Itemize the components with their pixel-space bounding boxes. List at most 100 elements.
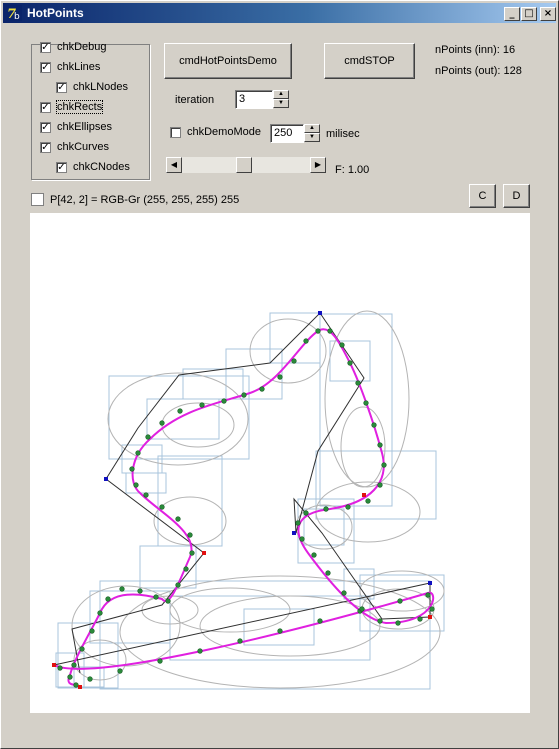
curve-node [221, 398, 227, 404]
curve-node [295, 520, 301, 526]
minimize-icon[interactable]: _ [504, 7, 520, 21]
curve-node [57, 665, 63, 671]
demo-ms-spinner[interactable]: ▲ ▼ [304, 124, 320, 142]
chk-curves-label: chkCurves [57, 141, 109, 153]
curve-node [197, 648, 203, 654]
hotpoints-drawing [52, 310, 445, 690]
chk-debug[interactable]: ✓ chkDebug [40, 39, 107, 55]
curve-node [323, 506, 329, 512]
curve-node [397, 598, 403, 604]
chk-ellipses[interactable]: ✓ chkEllipses [40, 119, 112, 135]
chk-debug-label: chkDebug [57, 41, 107, 53]
close-icon[interactable]: × [540, 7, 556, 21]
curve-node [277, 628, 283, 634]
endpoint-marker [362, 493, 366, 497]
spin-down-icon[interactable]: ▼ [273, 99, 289, 108]
spin-up-icon[interactable]: ▲ [273, 90, 289, 99]
spin-up-icon[interactable]: ▲ [304, 124, 320, 133]
fitting-ellipse [153, 496, 227, 546]
curve-node [175, 516, 181, 522]
chk-lnodes[interactable]: ✓ chkLNodes [56, 79, 128, 95]
curve-node [135, 450, 141, 456]
curve-node [117, 668, 123, 674]
checkbox-cnodes-box[interactable]: ✓ [56, 161, 67, 173]
app-window: 7 b HotPoints _ □ × ✓ chkDebug ✓ chkLine… [0, 0, 559, 749]
c-button[interactable]: C [469, 184, 496, 208]
chk-ellipses-label: chkEllipses [57, 121, 113, 133]
curve-node [177, 408, 183, 414]
chk-rects-label: chkRects [55, 100, 104, 114]
chk-rects[interactable]: ✓ chkRects [40, 99, 104, 115]
curve-node [237, 638, 243, 644]
endpoint-marker [318, 311, 322, 315]
curve-node [311, 552, 317, 558]
curve-node [241, 392, 247, 398]
d-button[interactable]: D [503, 184, 530, 208]
npoints-out-label: nPoints (out): 128 [435, 65, 522, 77]
iteration-spinner[interactable]: ▲ ▼ [273, 90, 289, 108]
curve-node [145, 434, 151, 440]
fitting-ellipse [169, 587, 291, 633]
chk-lines[interactable]: ✓ chkLines [40, 59, 100, 75]
curve-node [129, 466, 135, 472]
curve-node [259, 386, 265, 392]
fitting-ellipse [324, 310, 410, 488]
curve-node [183, 566, 189, 572]
curve-node [339, 342, 345, 348]
curve-node [291, 358, 297, 364]
curve-node [341, 590, 347, 596]
scroll-right-icon[interactable]: ▶ [310, 157, 326, 173]
iteration-field[interactable]: 3 [235, 90, 273, 109]
curve-node [89, 628, 95, 634]
curve-node [429, 606, 435, 612]
demo-ms-field[interactable]: 250 [270, 124, 304, 143]
curve-node [363, 400, 369, 406]
checkbox-curves-box[interactable]: ✓ [40, 141, 51, 153]
curve-node [317, 618, 323, 624]
curve-node [303, 510, 309, 516]
spin-down-icon[interactable]: ▼ [304, 133, 320, 142]
endpoint-marker [52, 663, 56, 667]
fitting-ellipse [249, 318, 327, 384]
stop-button[interactable]: cmdSTOP [324, 43, 415, 79]
factor-label: F: 1.00 [335, 164, 370, 176]
curve-node [199, 402, 205, 408]
curve-node [105, 596, 111, 602]
curve-node [425, 592, 431, 598]
chk-cnodes-label: chkCNodes [73, 161, 130, 173]
endpoint-marker [292, 531, 296, 535]
curve-node [119, 586, 125, 592]
chk-cnodes[interactable]: ✓ chkCNodes [56, 159, 130, 175]
hotpoints-demo-button[interactable]: cmdHotPointsDemo [164, 43, 292, 79]
checkbox-lnodes-box[interactable]: ✓ [56, 81, 67, 93]
checkbox-lines-box[interactable]: ✓ [40, 61, 51, 73]
curve-node [143, 492, 149, 498]
maximize-icon[interactable]: □ [521, 7, 537, 21]
drawing-canvas[interactable] [30, 213, 530, 713]
milisec-label: milisec [326, 128, 360, 140]
endpoint-marker [428, 581, 432, 585]
curve-node [377, 442, 383, 448]
curve-node [325, 570, 331, 576]
checkbox-debug-box[interactable]: ✓ [40, 41, 51, 53]
fitting-ellipse [315, 481, 421, 543]
scroll-left-icon[interactable]: ◀ [166, 157, 182, 173]
chk-curves[interactable]: ✓ chkCurves [40, 139, 109, 155]
curve-node [417, 616, 423, 622]
slider-thumb[interactable] [236, 157, 252, 173]
endpoint-marker [428, 615, 432, 619]
checkbox-rects-box[interactable]: ✓ [40, 101, 51, 113]
curve-node [371, 422, 377, 428]
curve-node [365, 498, 371, 504]
curve-node [345, 504, 351, 510]
checkbox-demo-box[interactable] [170, 126, 181, 138]
curve-node [277, 374, 283, 380]
curve-node [377, 618, 383, 624]
checkbox-ellipses-box[interactable]: ✓ [40, 121, 51, 133]
curve-node [157, 658, 163, 664]
curve-node [87, 676, 93, 682]
chk-demo-mode[interactable]: chkDemoMode [170, 124, 261, 140]
curve-node [299, 536, 305, 542]
factor-slider[interactable]: ◀ ▶ [166, 157, 326, 173]
title-bar[interactable]: 7 b HotPoints _ □ × [3, 3, 556, 23]
